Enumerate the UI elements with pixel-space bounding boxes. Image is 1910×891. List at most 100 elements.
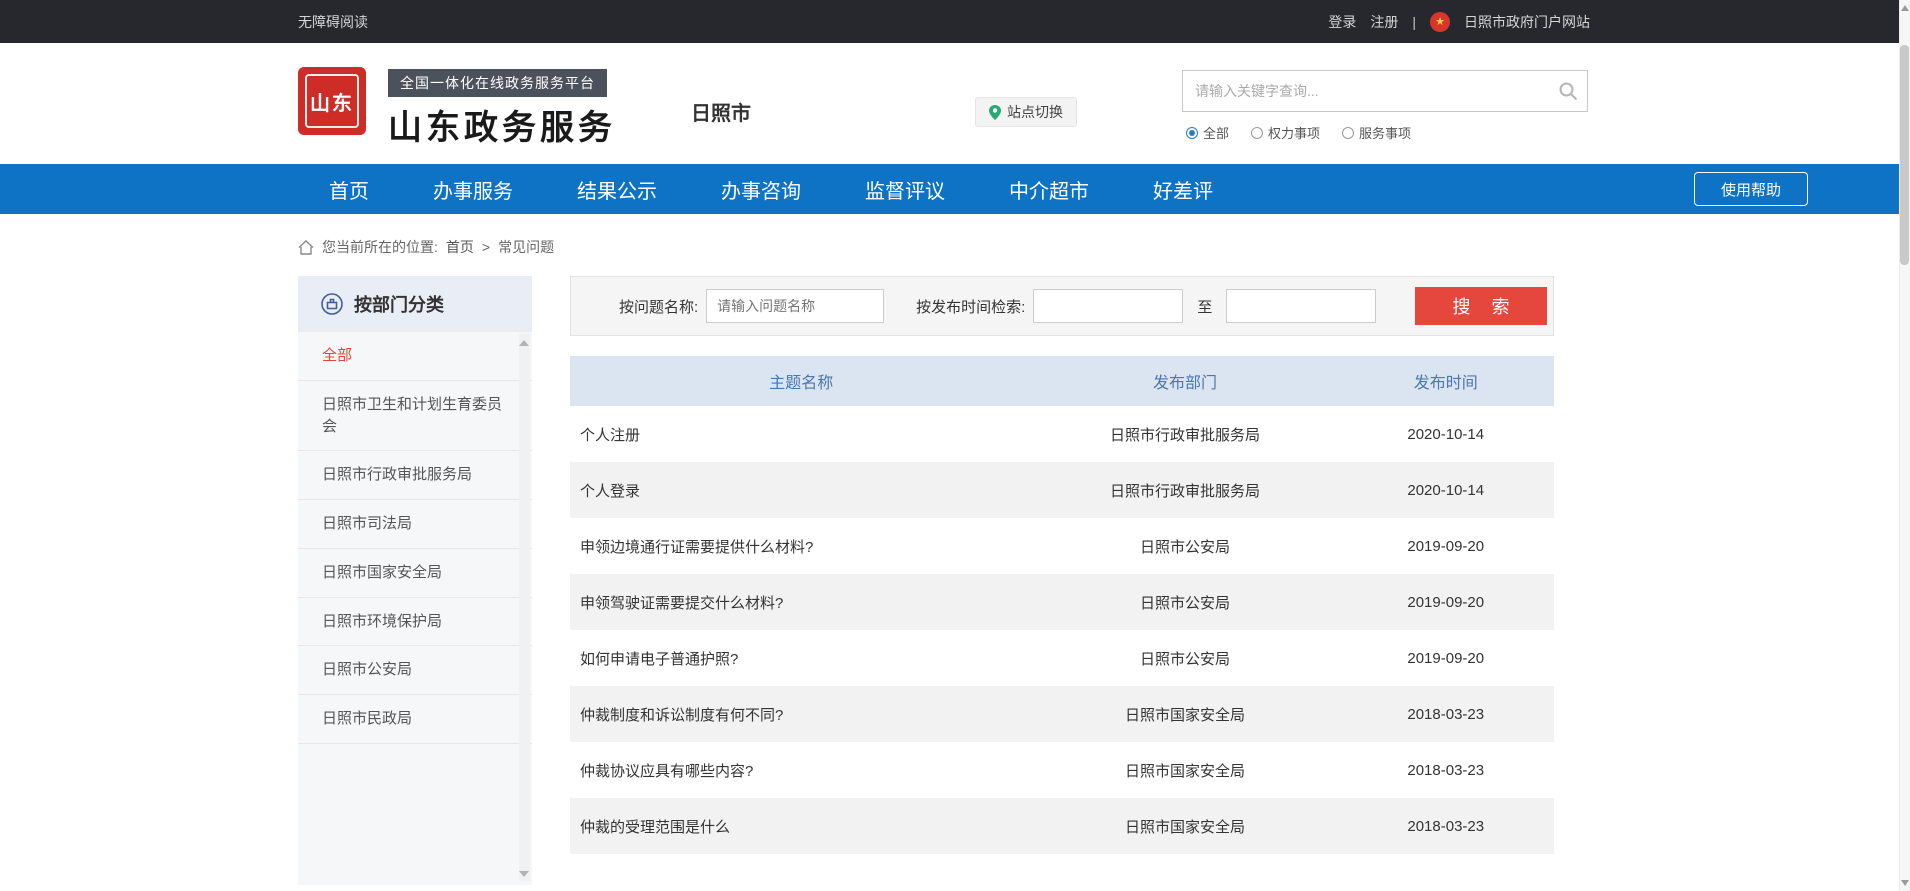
sidebar-item-security[interactable]: 日照市国家安全局 — [298, 549, 532, 598]
login-link[interactable]: 登录 — [1328, 12, 1356, 32]
shandong-seal-logo: 山东 — [298, 67, 366, 135]
table-row[interactable]: 仲裁制度和诉讼制度有何不同? 日照市国家安全局 2018-03-23 — [570, 686, 1554, 742]
breadcrumb-home-link[interactable]: 首页 — [446, 237, 474, 257]
platform-badge: 全国一体化在线政务服务平台 — [388, 69, 607, 97]
sidebar-scrollbar[interactable] — [519, 334, 530, 881]
nav-item-rating[interactable]: 好差评 — [1153, 175, 1213, 204]
page-scrollbar[interactable] — [1899, 0, 1910, 891]
faq-title[interactable]: 个人注册 — [570, 424, 1032, 445]
sidebar-item-civil[interactable]: 日照市民政局 — [298, 695, 532, 744]
faq-department: 日照市国家安全局 — [1032, 816, 1337, 837]
date-from-input[interactable] — [1033, 289, 1183, 323]
table-row[interactable]: 申领边境通行证需要提供什么材料? 日照市公安局 2019-09-20 — [570, 518, 1554, 574]
scroll-down-icon[interactable] — [519, 871, 529, 877]
sidebar-list: 全部 日照市卫生和计划生育委员会 日照市行政审批服务局 日照市司法局 日照市国家… — [298, 332, 532, 744]
department-category-icon — [320, 292, 344, 316]
question-name-input[interactable] — [706, 289, 884, 323]
nav-item-intermediary[interactable]: 中介超市 — [1009, 175, 1089, 204]
faq-title[interactable]: 仲裁制度和诉讼制度有何不同? — [570, 704, 1032, 725]
scope-radio-all[interactable]: 全部 — [1186, 123, 1229, 142]
radio-icon — [1251, 127, 1263, 139]
table-row[interactable]: 仲裁协议应具有哪些内容? 日照市国家安全局 2018-03-23 — [570, 742, 1554, 798]
scroll-up-icon[interactable] — [519, 340, 529, 346]
column-header-department: 发布部门 — [1032, 369, 1337, 393]
column-header-date: 发布时间 — [1338, 369, 1554, 393]
header: 山东 全国一体化在线政务服务平台 山东政务服务 日照市 站点切换 全部 权力事项… — [0, 43, 1910, 164]
faq-date: 2018-03-23 — [1338, 818, 1554, 835]
table-header-row: 主题名称 发布部门 发布时间 — [570, 356, 1554, 406]
main-nav: 首页 办事服务 结果公示 办事咨询 监督评议 中介超市 好差评 使用帮助 — [0, 164, 1910, 214]
city-name: 日照市 — [691, 97, 751, 126]
sidebar-item-all[interactable]: 全部 — [298, 332, 532, 381]
date-to-label: 至 — [1197, 296, 1212, 317]
faq-title[interactable]: 申领边境通行证需要提供什么材料? — [570, 536, 1032, 557]
scope-radio-power[interactable]: 权力事项 — [1251, 123, 1320, 142]
nav-list: 首页 办事服务 结果公示 办事咨询 监督评议 中介超市 好差评 — [329, 164, 1213, 214]
breadcrumb-current: 常见问题 — [498, 237, 554, 257]
table-row[interactable]: 个人登录 日照市行政审批服务局 2020-10-14 — [570, 462, 1554, 518]
faq-title[interactable]: 仲裁协议应具有哪些内容? — [570, 760, 1032, 781]
portal-link[interactable]: 日照市政府门户网站 — [1464, 12, 1590, 32]
faq-title[interactable]: 如何申请电子普通护照? — [570, 648, 1032, 669]
column-header-title: 主题名称 — [570, 369, 1032, 393]
faq-title[interactable]: 仲裁的受理范围是什么 — [570, 816, 1032, 837]
nav-item-consult[interactable]: 办事咨询 — [721, 175, 801, 204]
scope-label: 服务事项 — [1359, 123, 1411, 142]
faq-date: 2019-09-20 — [1338, 594, 1554, 611]
nav-item-results[interactable]: 结果公示 — [577, 175, 657, 204]
table-row[interactable]: 如何申请电子普通护照? 日照市公安局 2019-09-20 — [570, 630, 1554, 686]
filter-name-label: 按问题名称: — [619, 296, 698, 317]
search-icon[interactable] — [1549, 81, 1587, 101]
sidebar-item-environment[interactable]: 日照市环境保护局 — [298, 598, 532, 647]
table-row[interactable]: 仲裁的受理范围是什么 日照市国家安全局 2018-03-23 — [570, 798, 1554, 854]
faq-date: 2018-03-23 — [1338, 706, 1554, 723]
topbar: 无障碍阅读 登录 注册 | ★ 日照市政府门户网站 — [0, 0, 1910, 43]
search-input[interactable] — [1183, 83, 1549, 99]
sidebar-item-health[interactable]: 日照市卫生和计划生育委员会 — [298, 381, 532, 452]
site-switch-button[interactable]: 站点切换 — [975, 97, 1077, 127]
radio-icon — [1342, 127, 1354, 139]
scrollbar-down-icon[interactable] — [1901, 880, 1909, 886]
nav-item-supervision[interactable]: 监督评议 — [865, 175, 945, 204]
scope-label: 全部 — [1203, 123, 1229, 142]
national-emblem-icon: ★ — [1430, 12, 1450, 32]
faq-date: 2019-09-20 — [1338, 650, 1554, 667]
sidebar-item-police[interactable]: 日照市公安局 — [298, 646, 532, 695]
department-sidebar: 按部门分类 全部 日照市卫生和计划生育委员会 日照市行政审批服务局 日照市司法局… — [298, 276, 532, 885]
date-to-input[interactable] — [1226, 289, 1376, 323]
scrollbar-thumb[interactable] — [1900, 45, 1909, 265]
brand-title: 山东政务服务 — [388, 100, 616, 149]
help-button[interactable]: 使用帮助 — [1694, 172, 1808, 206]
faq-department: 日照市行政审批服务局 — [1032, 480, 1337, 501]
faq-title[interactable]: 申领驾驶证需要提交什么材料? — [570, 592, 1032, 613]
table-row[interactable]: 申领驾驶证需要提交什么材料? 日照市公安局 2019-09-20 — [570, 574, 1554, 630]
sidebar-item-justice[interactable]: 日照市司法局 — [298, 500, 532, 549]
faq-date: 2018-03-23 — [1338, 762, 1554, 779]
faq-department: 日照市国家安全局 — [1032, 760, 1337, 781]
search-box — [1182, 70, 1588, 112]
nav-item-services[interactable]: 办事服务 — [433, 175, 513, 204]
filter-date-label: 按发布时间检索: — [916, 296, 1025, 317]
faq-date: 2020-10-14 — [1338, 482, 1554, 499]
sidebar-item-approval[interactable]: 日照市行政审批服务局 — [298, 451, 532, 500]
main-area: 按部门分类 全部 日照市卫生和计划生育委员会 日照市行政审批服务局 日照市司法局… — [298, 276, 1910, 885]
sidebar-header: 按部门分类 — [298, 276, 532, 332]
scope-radio-service[interactable]: 服务事项 — [1342, 123, 1411, 142]
nav-item-home[interactable]: 首页 — [329, 175, 369, 204]
faq-department: 日照市公安局 — [1032, 592, 1337, 613]
filter-bar: 按问题名称: 按发布时间检索: 至 搜 索 — [570, 276, 1554, 336]
brand-block: 全国一体化在线政务服务平台 山东政务服务 — [388, 69, 616, 149]
faq-department: 日照市公安局 — [1032, 648, 1337, 669]
topbar-divider: | — [1412, 14, 1416, 30]
breadcrumb: 您当前所在的位置: 首页 > 常见问题 — [298, 232, 1910, 262]
accessibility-link[interactable]: 无障碍阅读 — [298, 12, 368, 32]
faq-title[interactable]: 个人登录 — [570, 480, 1032, 501]
radio-icon — [1186, 127, 1198, 139]
table-row[interactable]: 个人注册 日照市行政审批服务局 2020-10-14 — [570, 406, 1554, 462]
scrollbar-up-icon[interactable] — [1901, 5, 1909, 11]
faq-department: 日照市行政审批服务局 — [1032, 424, 1337, 445]
search-button[interactable]: 搜 索 — [1415, 287, 1547, 325]
breadcrumb-label: 您当前所在的位置: — [322, 237, 438, 257]
faq-date: 2020-10-14 — [1338, 426, 1554, 443]
register-link[interactable]: 注册 — [1370, 12, 1398, 32]
